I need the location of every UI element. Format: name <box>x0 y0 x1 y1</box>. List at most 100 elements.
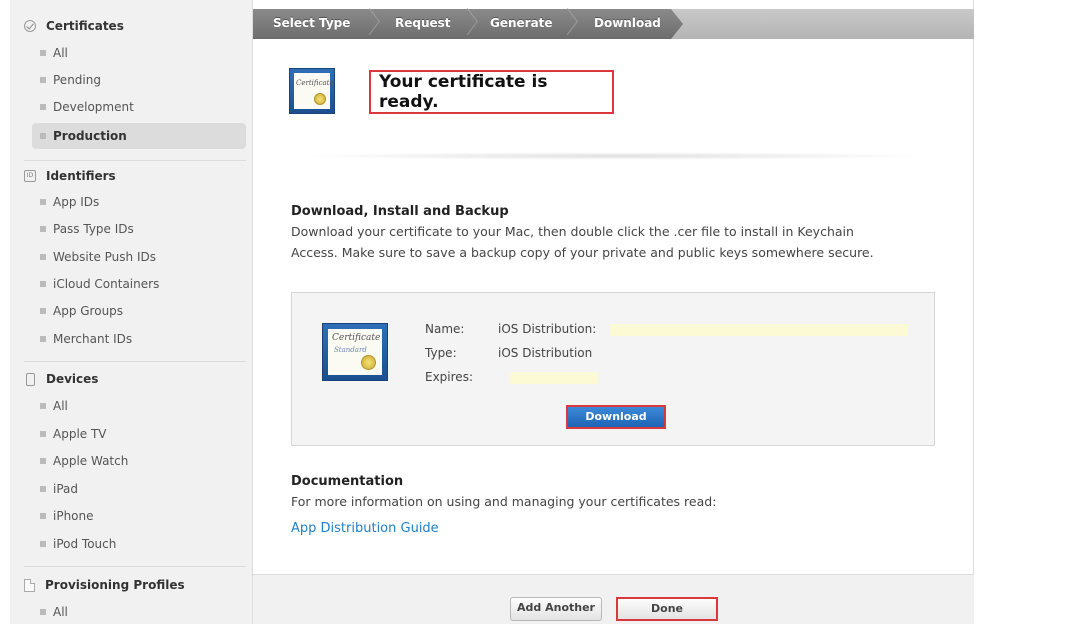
sidebar-section-certificates[interactable]: Certificates <box>24 15 124 37</box>
sidebar-section-label: Identifiers <box>46 169 116 183</box>
sidebar-section-label: Provisioning Profiles <box>45 578 185 592</box>
sidebar-item-production[interactable]: Production <box>32 123 246 149</box>
bullet-icon <box>40 104 46 110</box>
sidebar-section-identifiers[interactable]: ID Identifiers <box>24 165 116 187</box>
sidebar-item-ipad[interactable]: iPad <box>32 477 246 501</box>
sidebar-item-icloud-containers[interactable]: iCloud Containers <box>32 272 246 296</box>
certificate-subscript-text: Standard <box>334 346 367 354</box>
bullet-icon <box>40 541 46 547</box>
sidebar-item-apple-watch[interactable]: Apple Watch <box>32 449 246 473</box>
device-icon <box>26 372 35 386</box>
sidebar-item-label: Apple TV <box>53 427 107 441</box>
sidebar-item-certificates-all[interactable]: All <box>32 41 246 65</box>
bullet-icon <box>40 133 46 139</box>
sidebar-item-app-groups[interactable]: App Groups <box>32 299 246 323</box>
sidebar-item-apple-tv[interactable]: Apple TV <box>32 422 246 446</box>
bullet-icon <box>40 77 46 83</box>
sidebar-item-label: Development <box>53 100 134 114</box>
sidebar-item-label: iPod Touch <box>53 537 117 551</box>
main-panel: Select Type Request Generate Download Ce… <box>253 0 974 624</box>
certificate-details-panel: Certificate Standard Name: iOS Distribut… <box>291 292 935 446</box>
footer-bar: Add Another Done <box>253 574 974 624</box>
cert-type-value: iOS Distribution <box>498 346 593 360</box>
sidebar-item-label: Pending <box>53 73 101 87</box>
sidebar-item-pending[interactable]: Pending <box>32 68 246 92</box>
cert-name-value: iOS Distribution: <box>498 322 597 336</box>
bullet-icon <box>40 458 46 464</box>
sidebar-item-pass-type-ids[interactable]: Pass Type IDs <box>32 217 246 241</box>
step-download: Download <box>594 16 661 30</box>
bullet-icon <box>40 226 46 232</box>
sidebar-divider <box>24 160 246 161</box>
certificate-script-text: Certificate <box>332 333 381 343</box>
certificate-paper: Certificate Standard <box>328 329 382 375</box>
sidebar-item-website-push-ids[interactable]: Website Push IDs <box>32 245 246 269</box>
divider <box>289 152 939 160</box>
redacted-name-highlight <box>610 324 908 336</box>
sidebar-item-label: App IDs <box>53 195 100 209</box>
sidebar-section-provisioning-profiles[interactable]: Provisioning Profiles <box>24 574 185 596</box>
step-generate: Generate <box>490 16 553 30</box>
sidebar-item-label: All <box>53 399 68 413</box>
bullet-icon <box>40 403 46 409</box>
app-distribution-guide-link[interactable]: App Distribution Guide <box>291 521 439 536</box>
certificate-icon: Certificate Standard <box>322 323 388 381</box>
bullet-icon <box>40 308 46 314</box>
sidebar-item-merchant-ids[interactable]: Merchant IDs <box>32 327 246 351</box>
download-button[interactable]: Download <box>566 405 666 429</box>
redacted-expires-highlight <box>510 372 598 384</box>
sidebar-section-devices[interactable]: Devices <box>24 368 98 390</box>
sidebar-item-iphone[interactable]: iPhone <box>32 504 246 528</box>
bullet-icon <box>40 513 46 519</box>
documentation-text: For more information on using and managi… <box>291 494 717 509</box>
sidebar-item-devices-all[interactable]: All <box>32 394 246 418</box>
sidebar-item-label: Website Push IDs <box>53 250 156 264</box>
sidebar-item-label: All <box>53 605 68 619</box>
add-another-button[interactable]: Add Another <box>510 597 602 621</box>
sidebar-section-label: Certificates <box>46 19 124 33</box>
chevron-right-icon <box>561 9 575 39</box>
bullet-icon <box>40 199 46 205</box>
download-section-title: Download, Install and Backup <box>291 204 509 219</box>
cert-name-label: Name: <box>425 322 465 336</box>
seal-icon <box>361 355 376 370</box>
done-button[interactable]: Done <box>616 597 718 621</box>
sidebar-item-label: App Groups <box>53 304 124 318</box>
sidebar-section-label: Devices <box>46 372 99 386</box>
sidebar-item-profiles-all[interactable]: All <box>32 600 246 624</box>
certificate-check-icon <box>24 20 36 32</box>
document-icon <box>24 578 35 592</box>
sidebar-item-label: Merchant IDs <box>53 332 133 346</box>
chevron-right-icon <box>461 9 475 39</box>
certificate-paper: Certificate <box>294 73 334 109</box>
sidebar-item-label: Pass Type IDs <box>53 222 134 236</box>
certificate-icon: Certificate <box>289 68 335 114</box>
sidebar-item-label: iCloud Containers <box>53 277 160 291</box>
sidebar: Certificates All Pending Development Pro… <box>10 0 253 624</box>
download-instructions-line-2: Access. Make sure to save a backup copy … <box>291 245 874 260</box>
sidebar-item-label: Apple Watch <box>53 454 129 468</box>
sidebar-item-app-ids[interactable]: App IDs <box>32 190 246 214</box>
documentation-title: Documentation <box>291 474 404 489</box>
bullet-icon <box>40 486 46 492</box>
seal-icon <box>314 93 326 105</box>
bullet-icon <box>40 254 46 260</box>
sidebar-item-label: iPhone <box>53 509 94 523</box>
bullet-icon <box>40 50 46 56</box>
id-badge-icon: ID <box>24 170 36 182</box>
sidebar-divider <box>24 566 246 567</box>
sidebar-item-label: iPad <box>53 482 79 496</box>
download-instructions-line-1: Download your certificate to your Mac, t… <box>291 224 854 239</box>
bullet-icon <box>40 336 46 342</box>
bullet-icon <box>40 431 46 437</box>
page-title: Your certificate is ready. <box>369 70 614 114</box>
sidebar-item-ipod-touch[interactable]: iPod Touch <box>32 532 246 556</box>
chevron-right-icon <box>363 9 377 39</box>
bullet-icon <box>40 281 46 287</box>
cert-expires-label: Expires: <box>425 370 473 384</box>
cert-type-label: Type: <box>425 346 457 360</box>
sidebar-item-label: Production <box>53 129 127 143</box>
bullet-icon <box>40 609 46 615</box>
sidebar-item-development[interactable]: Development <box>32 95 246 119</box>
certificate-script-text: Certificate <box>296 79 334 87</box>
